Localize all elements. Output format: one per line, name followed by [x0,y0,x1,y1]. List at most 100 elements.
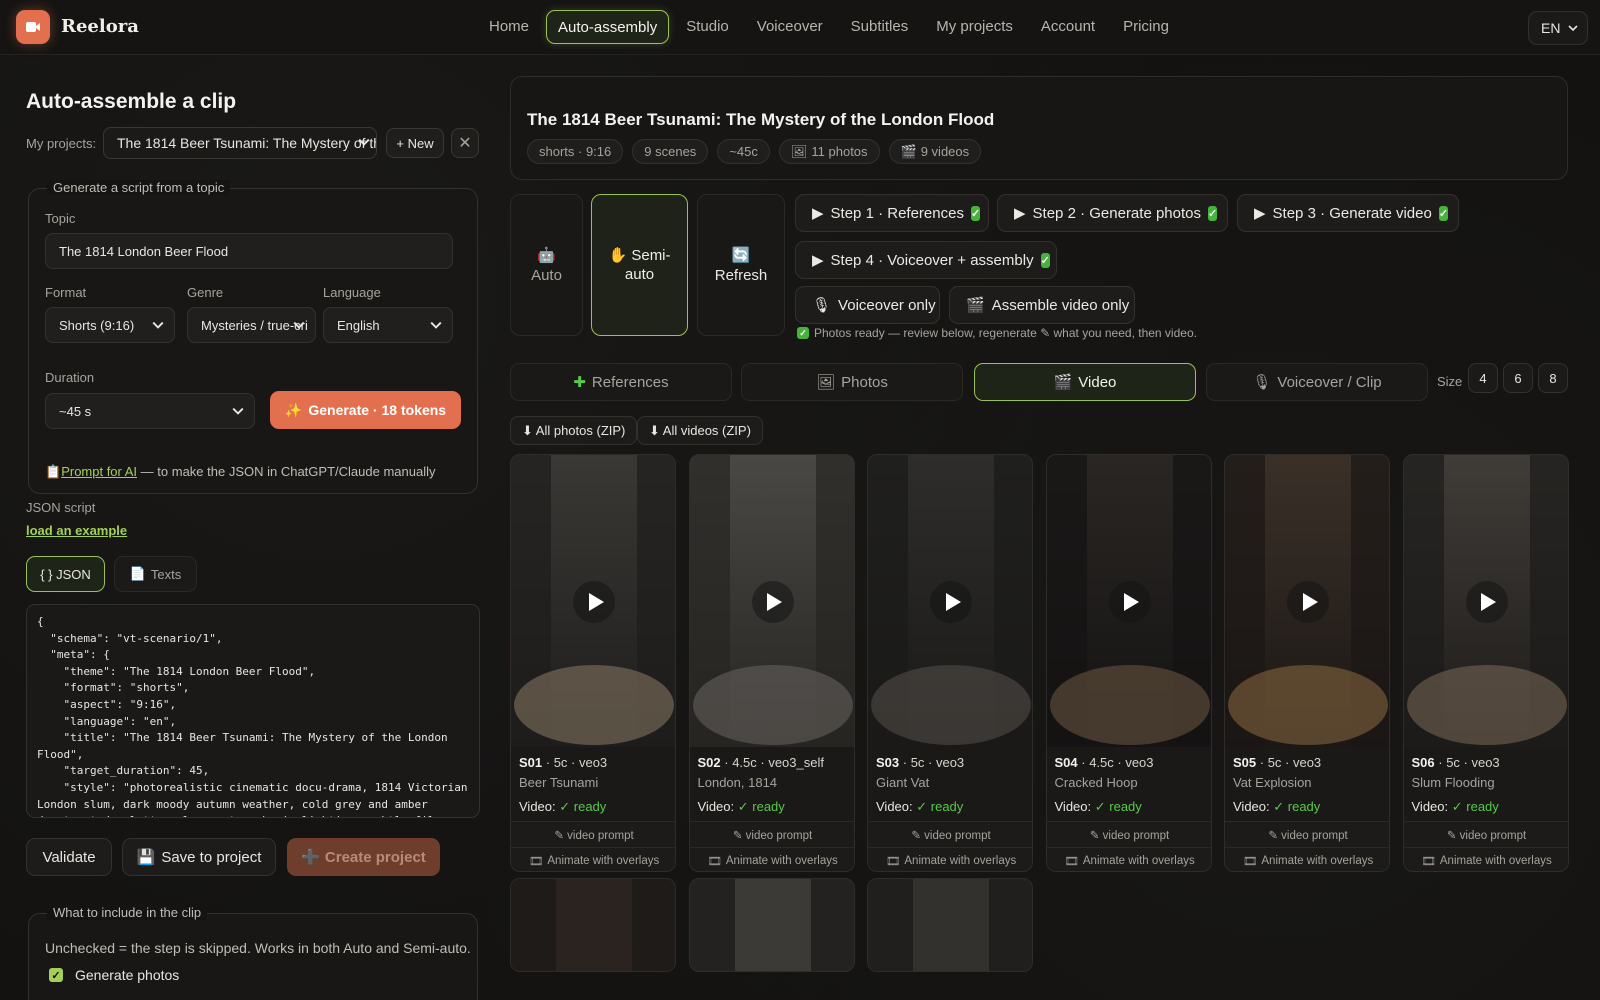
create-project-button[interactable]: ➕ Create project [287,838,440,876]
video-card[interactable]: S03 · 5c · veo3 Giant Vat Video: ✓ ready ✎ … [867,454,1033,872]
language-select[interactable]: EN [1528,11,1588,45]
video-thumbnail[interactable] [1046,455,1211,747]
nav-studio[interactable]: Studio [675,10,740,44]
film-icon: 🎬 [900,143,917,159]
play-icon[interactable] [930,581,972,623]
project-select[interactable]: The 1814 Beer Tsunami: The Mystery of th… [103,127,377,159]
nav-subtitles[interactable]: Subtitles [840,10,920,44]
step-3-button[interactable]: ▶ Step 3 · Generate video ✓ [1237,194,1459,232]
generate-button[interactable]: ✨ Generate · 18 tokens [270,391,461,429]
step-4-button[interactable]: ▶ Step 4 · Voiceover + assembly ✓ [795,241,1057,279]
tab-texts[interactable]: 📄 Texts [114,556,197,592]
nav-account[interactable]: Account [1030,10,1106,44]
scene-id: S04 [1054,755,1078,770]
include-photos-row[interactable]: ✓ Generate photos [49,967,179,983]
nav-home[interactable]: Home [478,10,540,44]
video-card[interactable] [510,878,676,972]
video-card[interactable]: S01 · 5c · veo3 Beer Tsunami Video: ✓ read… [510,454,676,872]
step-1-button[interactable]: ▶ Step 1 · References ✓ [795,194,989,232]
project-card: The 1814 Beer Tsunami: The Mystery of th… [510,76,1568,180]
prompt-for-ai-link[interactable]: Prompt for AI [61,464,137,479]
tab-photos[interactable]: 🖼 Photos [741,363,963,401]
load-example-link[interactable]: load an example [26,523,127,538]
video-thumbnail[interactable] [511,879,675,971]
genre-label: Genre [187,285,224,300]
validate-button[interactable]: Validate [26,838,112,876]
mode-auto[interactable]: 🤖 Auto [510,194,583,336]
chevron-down-icon [152,321,164,329]
nav-auto-assembly[interactable]: Auto-assembly [546,10,670,44]
duration-select[interactable]: ~45 s [45,393,255,429]
size-8-button[interactable]: 8 [1538,363,1568,393]
close-project-button[interactable]: ✕ [451,128,479,158]
play-icon[interactable] [573,581,615,623]
logo-icon[interactable] [16,10,50,44]
video-card[interactable]: S04 · 4.5c · veo3 Cracked Hoop Video: ✓ re… [1045,454,1212,872]
language-field[interactable]: English [323,307,453,343]
brand-name[interactable]: Reelora [61,16,139,37]
nav-voiceover[interactable]: Voiceover [746,10,834,44]
tab-references-label: References [591,373,669,391]
include-photos-label: Generate photos [75,967,180,983]
format-select[interactable]: Shorts (9:16) [45,307,175,343]
video-card[interactable] [867,878,1033,972]
save-to-project-button[interactable]: 💾 Save to project [122,838,276,876]
checkbox-checked-icon[interactable]: ✓ [49,968,63,982]
size-6-button[interactable]: 6 [1503,363,1533,393]
animate-overlays-button[interactable]: 🎞 Animate with overlays [511,847,675,871]
film-icon: 🎬 [1053,374,1073,391]
play-icon[interactable] [751,581,794,623]
animate-overlays-button[interactable]: 🎞 Animate with overlays [1046,847,1211,871]
download-photos-zip-button[interactable]: ⬇ All photos (ZIP) [510,416,638,445]
video-card[interactable]: S05 · 5c · veo3 Vat Explosion Video: ✓ rea… [1224,454,1390,872]
video-thumbnail[interactable] [511,455,675,747]
tab-video-label: Video [1078,373,1117,391]
new-project-button[interactable]: + New [386,128,444,158]
video-prompt-button[interactable]: ✎ video prompt [689,821,854,847]
video-thumbnail[interactable] [868,455,1032,747]
video-thumbnail[interactable] [1225,455,1389,747]
play-icon[interactable] [1465,581,1508,623]
video-prompt-button[interactable]: ✎ video prompt [511,821,675,847]
nav-pricing[interactable]: Pricing [1112,10,1180,44]
play-icon[interactable] [1287,581,1329,623]
tab-video[interactable]: 🎬 Video [974,363,1196,401]
chevron-down-icon [293,321,305,329]
animate-overlays-button[interactable]: 🎞 Animate with overlays [868,847,1032,871]
topic-input[interactable]: The 1814 London Beer Flood [45,233,453,269]
voiceover-only-button[interactable]: 🎙 Voiceover only [795,286,940,324]
tab-references[interactable]: ✚ References [510,363,732,401]
genre-select[interactable]: Mysteries / true-cri [187,307,316,343]
video-prompt-button[interactable]: ✎ video prompt [1225,821,1389,847]
mode-refresh[interactable]: 🔄 Refresh [697,194,785,336]
animate-overlays-button[interactable]: 🎞 Animate with overlays [1225,847,1389,871]
mode-semi-auto[interactable]: ✋ Semi-auto [591,194,688,336]
video-prompt-button[interactable]: ✎ video prompt [1046,821,1211,847]
genre-value: Mysteries / true-cri [201,317,308,333]
topic-label: Topic [45,211,76,226]
assemble-only-button[interactable]: 🎬 Assemble video only [949,286,1135,324]
tab-voiceover-clip[interactable]: 🎙 Voiceover / Clip [1206,363,1428,401]
video-card[interactable] [688,878,855,972]
download-videos-zip-button[interactable]: ⬇ All videos (ZIP) [637,416,763,445]
check-icon: ✓ [1208,205,1218,221]
video-thumbnail[interactable] [1403,455,1568,747]
json-editor[interactable]: { "schema": "vt-scenario/1", "meta": { "… [26,604,480,818]
video-thumbnail[interactable] [689,455,854,747]
video-thumbnail[interactable] [689,879,854,971]
video-prompt-button[interactable]: ✎ video prompt [1403,821,1568,847]
tab-json[interactable]: { } JSON [26,556,105,592]
create-label: Create project [324,848,426,866]
nav-my-projects[interactable]: My projects [925,10,1024,44]
check-icon: ✓ [1040,252,1050,268]
animate-overlays-button[interactable]: 🎞 Animate with overlays [1403,847,1568,871]
animate-overlays-button[interactable]: 🎞 Animate with overlays [689,847,854,871]
video-card[interactable]: S06 · 5c · veo3 Slum Flooding Video: ✓ rea… [1402,454,1569,872]
video-prompt-button[interactable]: ✎ video prompt [868,821,1032,847]
save-icon: 💾 [136,849,156,866]
video-card[interactable]: S02 · 4.5c · veo3_self London, 1814 Video:… [688,454,855,872]
video-thumbnail[interactable] [868,879,1032,971]
size-4-button[interactable]: 4 [1468,363,1498,393]
step-2-button[interactable]: ▶ Step 2 · Generate photos ✓ [997,194,1228,232]
play-icon[interactable] [1108,581,1151,623]
